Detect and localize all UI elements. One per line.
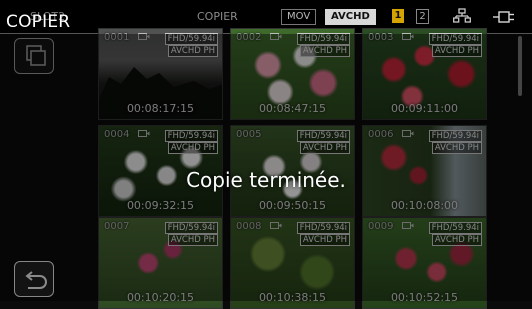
format-badge: AVCHD PH bbox=[431, 234, 482, 246]
copy-mode-button[interactable] bbox=[14, 38, 54, 74]
clip-number: 0006 bbox=[368, 129, 394, 140]
battery-icon bbox=[493, 11, 514, 23]
back-button[interactable] bbox=[14, 261, 54, 297]
mode-label: COPIER bbox=[197, 10, 238, 23]
status-message: Copie terminée. bbox=[186, 168, 346, 192]
clip-timecode: 00:09:32:15 bbox=[126, 199, 195, 212]
resolution-badge: FHD/59.94i bbox=[296, 130, 350, 142]
copy-icon bbox=[26, 45, 46, 66]
clip-thumbnail[interactable]: 0001 FHD/59.94i AVCHD PH 00:08:17:15 bbox=[98, 28, 223, 120]
clip-thumbnail[interactable]: 0007 FHD/59.94i AVCHD PH 00:10:20:15 bbox=[98, 217, 223, 309]
clip-thumbnail[interactable]: 0003 FHD/59.94i AVCHD PH 00:09:11:00 bbox=[362, 28, 487, 120]
clip-number: 0004 bbox=[104, 129, 130, 140]
clip-timecode: 00:09:50:15 bbox=[258, 199, 327, 212]
page-title: COPIER bbox=[6, 12, 71, 32]
resolution-badge: FHD/59.94i bbox=[164, 33, 218, 45]
format-badge: AVCHD PH bbox=[431, 45, 482, 57]
format-badge: AVCHD PH bbox=[299, 234, 350, 246]
scrollbar[interactable] bbox=[518, 36, 522, 96]
clip-number: 0005 bbox=[236, 129, 262, 140]
format-avchd-tab[interactable]: AVCHD bbox=[325, 9, 376, 25]
clip-timecode: 00:10:08:00 bbox=[390, 199, 459, 212]
resolution-badge: FHD/59.94i bbox=[164, 222, 218, 234]
format-badge: AVCHD PH bbox=[167, 45, 218, 57]
clip-timecode: 00:10:20:15 bbox=[126, 291, 195, 304]
resolution-badge: FHD/59.94i bbox=[296, 33, 350, 45]
format-badge: AVCHD PH bbox=[167, 234, 218, 246]
resolution-badge: FHD/59.94i bbox=[428, 33, 482, 45]
return-icon bbox=[25, 271, 47, 289]
clip-type-icon bbox=[138, 33, 150, 40]
clip-number: 0009 bbox=[368, 221, 394, 232]
clip-type-icon bbox=[270, 222, 282, 229]
resolution-badge: FHD/59.94i bbox=[296, 222, 350, 234]
format-badge: AVCHD PH bbox=[299, 142, 350, 154]
format-badge: AVCHD PH bbox=[167, 142, 218, 154]
format-badge: AVCHD PH bbox=[299, 45, 350, 57]
clip-thumbnail[interactable]: 0008 FHD/59.94i AVCHD PH 00:10:38:15 bbox=[230, 217, 355, 309]
clip-type-icon bbox=[138, 130, 150, 137]
clip-timecode: 00:09:11:00 bbox=[390, 102, 459, 115]
clip-thumbnail[interactable]: 0002 FHD/59.94i AVCHD PH 00:08:47:15 bbox=[230, 28, 355, 120]
clip-number: 0002 bbox=[236, 32, 262, 43]
clip-type-icon bbox=[402, 130, 414, 137]
clip-thumbnail[interactable]: 0009 FHD/59.94i AVCHD PH 00:10:52:15 bbox=[362, 217, 487, 309]
clip-timecode: 00:10:38:15 bbox=[258, 291, 327, 304]
clip-timecode: 00:08:47:15 bbox=[258, 102, 327, 115]
clip-number: 0001 bbox=[104, 32, 130, 43]
clip-number: 0003 bbox=[368, 32, 394, 43]
clip-number: 0008 bbox=[236, 221, 262, 232]
clip-timecode: 00:10:52:15 bbox=[390, 291, 459, 304]
resolution-badge: FHD/59.94i bbox=[428, 222, 482, 234]
clip-type-icon bbox=[402, 222, 414, 229]
resolution-badge: FHD/59.94i bbox=[164, 130, 218, 142]
clip-type-icon bbox=[270, 33, 282, 40]
resolution-badge: FHD/59.94i bbox=[428, 130, 482, 142]
format-mov-tab[interactable]: MOV bbox=[281, 9, 317, 25]
card-slot-1-icon: 1 bbox=[392, 9, 404, 23]
network-icon bbox=[453, 8, 471, 23]
format-badge: AVCHD PH bbox=[431, 142, 482, 154]
card-slot-2-icon: 2 bbox=[416, 9, 429, 24]
clip-number: 0007 bbox=[104, 221, 130, 232]
clip-timecode: 00:08:17:15 bbox=[126, 102, 195, 115]
clip-type-icon bbox=[402, 33, 414, 40]
